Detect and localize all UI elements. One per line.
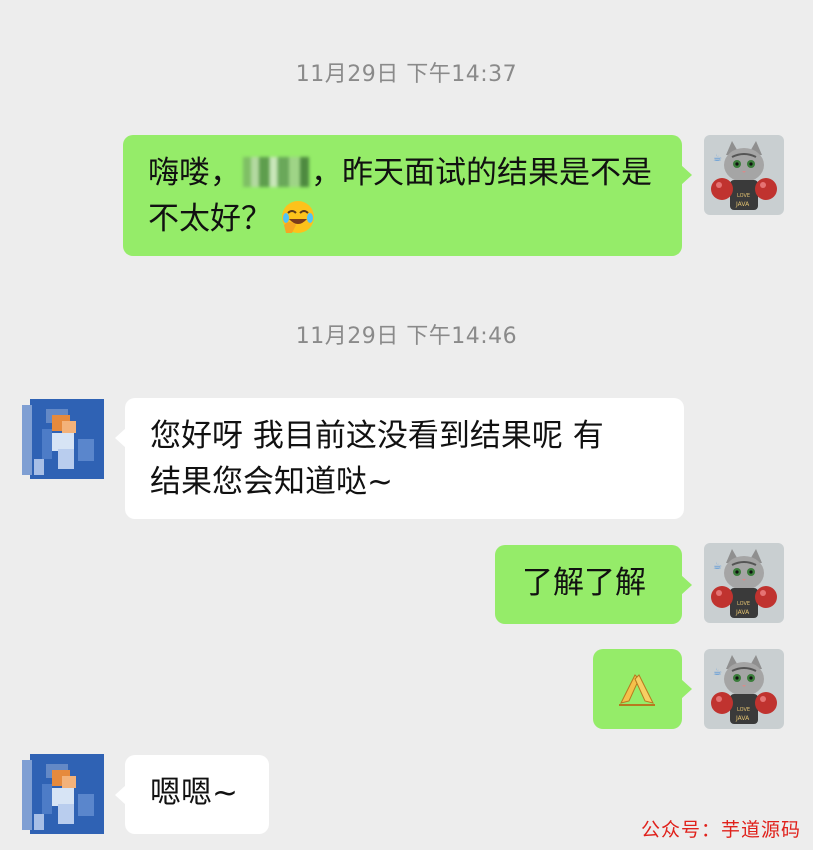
message-text: 嗯嗯~ — [150, 775, 238, 811]
timestamp: 11月29日 下午14:46 — [295, 324, 518, 349]
pixelated-avatar-icon — [22, 399, 104, 479]
message-text: 嗨喽， — [148, 155, 241, 191]
my-avatar[interactable]: ☕ LOVE JAVA — [704, 649, 784, 729]
message-text-line: 您好呀 我目前这没看到结果呢 有 — [150, 418, 604, 454]
message-bubble-sent[interactable] — [593, 649, 692, 729]
contact-avatar[interactable] — [22, 399, 104, 479]
folded-hands-emoji — [619, 674, 655, 706]
svg-text:JAVA: JAVA — [735, 609, 750, 616]
crying-laughing-emoji — [282, 201, 314, 233]
redacted-name — [243, 157, 309, 187]
svg-text:JAVA: JAVA — [735, 715, 750, 722]
svg-text:LOVE: LOVE — [737, 193, 750, 199]
my-avatar[interactable]: ☕ LOVE JAVA — [704, 543, 784, 623]
timestamp: 11月29日 下午14:37 — [295, 62, 518, 87]
svg-text:☕: ☕ — [713, 153, 722, 164]
svg-text:LOVE: LOVE — [737, 601, 750, 607]
svg-text:☕: ☕ — [713, 561, 722, 572]
cat-boxer-avatar-icon: ☕ LOVE JAVA — [704, 543, 784, 623]
message-text: 了解了解 — [522, 565, 646, 601]
cat-boxer-avatar-icon: ☕ LOVE JAVA — [704, 649, 784, 729]
pixelated-avatar-icon — [22, 754, 104, 834]
message-bubble-received[interactable]: 嗯嗯~ — [115, 755, 269, 834]
svg-text:☕: ☕ — [713, 667, 722, 678]
svg-text:JAVA: JAVA — [735, 201, 750, 208]
contact-avatar[interactable] — [22, 754, 104, 834]
my-avatar[interactable]: ☕ LOVE JAVA — [704, 135, 784, 215]
message-text-line: 结果您会知道哒~ — [150, 464, 393, 500]
message-bubble-sent[interactable]: 了解了解 — [495, 545, 692, 624]
svg-text:LOVE: LOVE — [737, 707, 750, 713]
message-bubble-received[interactable]: 您好呀 我目前这没看到结果呢 有 结果您会知道哒~ — [115, 398, 684, 519]
cat-boxer-avatar-icon: ☕ LOVE JAVA — [704, 135, 784, 215]
watermark: 公众号：芋道源码 — [640, 819, 801, 841]
message-bubble-sent[interactable]: 嗨喽， ，昨天面试的结果是不是不太好？ — [123, 135, 692, 256]
